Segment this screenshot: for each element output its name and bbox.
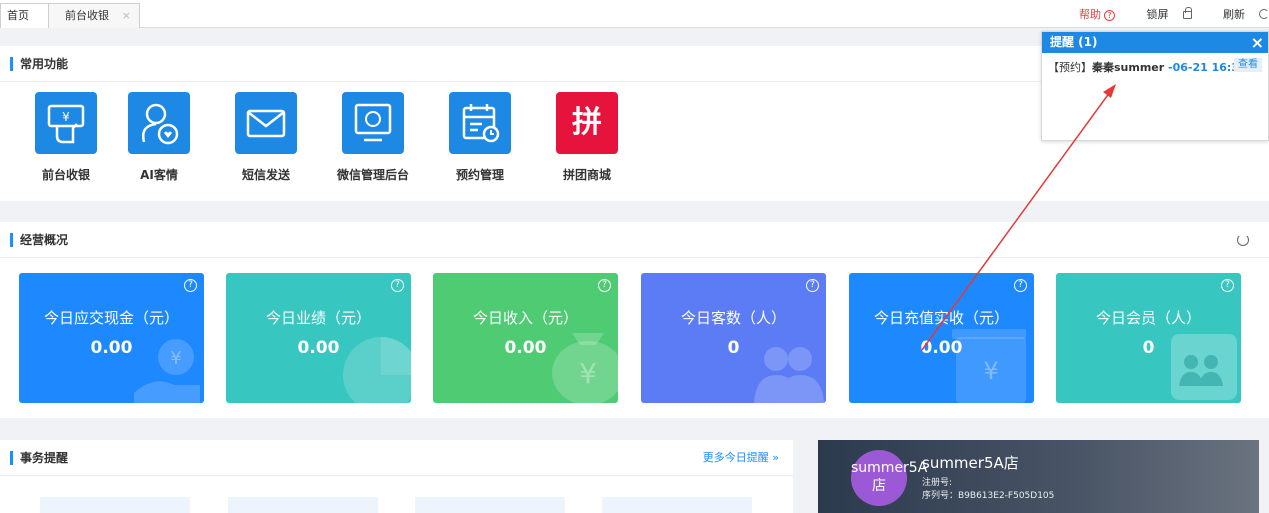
annotation-arrow [921, 84, 1116, 351]
